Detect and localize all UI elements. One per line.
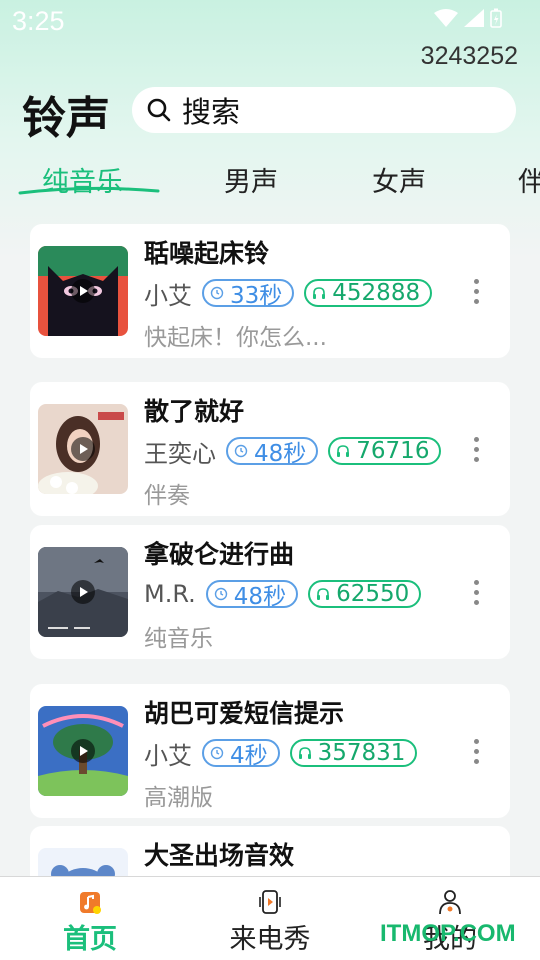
play-icon[interactable] xyxy=(71,437,95,461)
more-icon[interactable] xyxy=(474,580,480,606)
clock-icon xyxy=(210,286,224,300)
user-icon xyxy=(439,890,461,915)
song-meta: M.R. 48秒 62550 xyxy=(144,579,422,610)
song-subtitle: 纯音乐 xyxy=(144,626,213,652)
song-artist: M.R. xyxy=(144,580,196,608)
headphones-icon xyxy=(313,287,326,299)
duration-badge: 48秒 xyxy=(205,580,299,610)
tab-female-voice[interactable]: 女声 xyxy=(372,160,426,199)
nav-caller-show[interactable]: 来电秀 xyxy=(210,877,330,960)
more-icon[interactable] xyxy=(474,437,480,463)
song-cover[interactable] xyxy=(38,404,128,494)
play-count-text: 76716 xyxy=(356,438,430,464)
song-artist: 王奕心 xyxy=(144,439,216,468)
search-bar[interactable]: 搜索 xyxy=(132,87,516,133)
play-count-badge: 76716 xyxy=(328,437,442,465)
play-count-text: 452888 xyxy=(332,280,421,306)
duration-badge: 48秒 xyxy=(226,437,319,467)
song-artist: 小艾 xyxy=(144,281,192,310)
song-title: 散了就好 xyxy=(144,397,245,426)
nav-caller-show-label: 来电秀 xyxy=(229,924,311,955)
song-meta: 小艾 4秒 357831 xyxy=(144,738,418,770)
play-count-text: 357831 xyxy=(317,740,406,766)
song-cover[interactable] xyxy=(38,246,128,336)
status-time: 3:25 xyxy=(12,6,65,36)
counter-text: 3243252 xyxy=(420,42,518,70)
play-count-text: 62550 xyxy=(336,581,410,607)
duration-text: 48秒 xyxy=(233,584,287,610)
battery-icon xyxy=(490,8,502,28)
song-meta: 王奕心 48秒 76716 xyxy=(144,436,442,468)
clock-icon xyxy=(210,746,224,760)
play-icon[interactable] xyxy=(71,580,95,604)
song-card[interactable]: 胡巴可爱短信提示 小艾 4秒 357831 高潮版 xyxy=(30,684,510,818)
tab-accompaniment[interactable]: 伴 xyxy=(518,160,540,199)
clock-icon xyxy=(214,587,227,601)
duration-text: 4秒 xyxy=(230,743,268,769)
clock-icon xyxy=(234,444,248,458)
search-label: 搜索 xyxy=(182,95,241,129)
ringtone-home-icon xyxy=(80,892,101,914)
song-subtitle: 高潮版 xyxy=(144,785,213,811)
duration-text: 33秒 xyxy=(230,283,283,309)
nav-home[interactable]: 首页 xyxy=(30,877,150,960)
watermark: ITMOP.COM xyxy=(380,920,516,947)
active-tab-underline xyxy=(18,186,160,195)
wifi-icon xyxy=(434,9,458,27)
song-cover[interactable] xyxy=(38,547,128,637)
song-subtitle: 伴奏 xyxy=(144,483,190,509)
play-icon[interactable] xyxy=(71,279,95,303)
headphones-icon xyxy=(317,588,330,600)
phone-video-icon xyxy=(259,890,281,914)
song-card[interactable]: 聒噪起床铃 小艾 33秒 452888 快起床！你怎么... xyxy=(30,224,510,358)
more-icon[interactable] xyxy=(474,739,480,765)
song-title: 大圣出场音效 xyxy=(144,841,295,870)
more-icon[interactable] xyxy=(474,279,480,305)
song-card[interactable]: 散了就好 王奕心 48秒 76716 伴奏 xyxy=(30,382,510,516)
duration-text: 48秒 xyxy=(254,441,307,467)
play-icon[interactable] xyxy=(71,739,95,763)
duration-badge: 4秒 xyxy=(202,739,280,769)
song-title: 聒噪起床铃 xyxy=(144,239,270,268)
tab-male-voice[interactable]: 男声 xyxy=(224,160,278,199)
duration-badge: 33秒 xyxy=(202,279,295,309)
play-count-badge: 62550 xyxy=(308,580,422,608)
search-icon xyxy=(147,98,171,122)
song-artist: 小艾 xyxy=(144,741,192,770)
status-icons xyxy=(434,8,502,28)
song-subtitle: 快起床！你怎么... xyxy=(144,325,327,351)
song-title: 拿破仑进行曲 xyxy=(144,540,295,569)
song-title: 胡巴可爱短信提示 xyxy=(144,699,345,728)
headphones-icon xyxy=(298,747,311,759)
nav-home-label: 首页 xyxy=(63,924,117,955)
status-bar: 3:25 xyxy=(0,0,540,44)
song-meta: 小艾 33秒 452888 xyxy=(144,278,433,310)
song-card[interactable]: 拿破仑进行曲 M.R. 48秒 62550 纯音乐 xyxy=(30,525,510,659)
signal-icon xyxy=(464,9,484,27)
play-count-badge: 357831 xyxy=(289,739,418,767)
page-title: 铃声 xyxy=(22,93,110,144)
play-count-badge: 452888 xyxy=(304,279,433,307)
headphones-icon xyxy=(337,445,350,457)
song-cover[interactable] xyxy=(38,706,128,796)
